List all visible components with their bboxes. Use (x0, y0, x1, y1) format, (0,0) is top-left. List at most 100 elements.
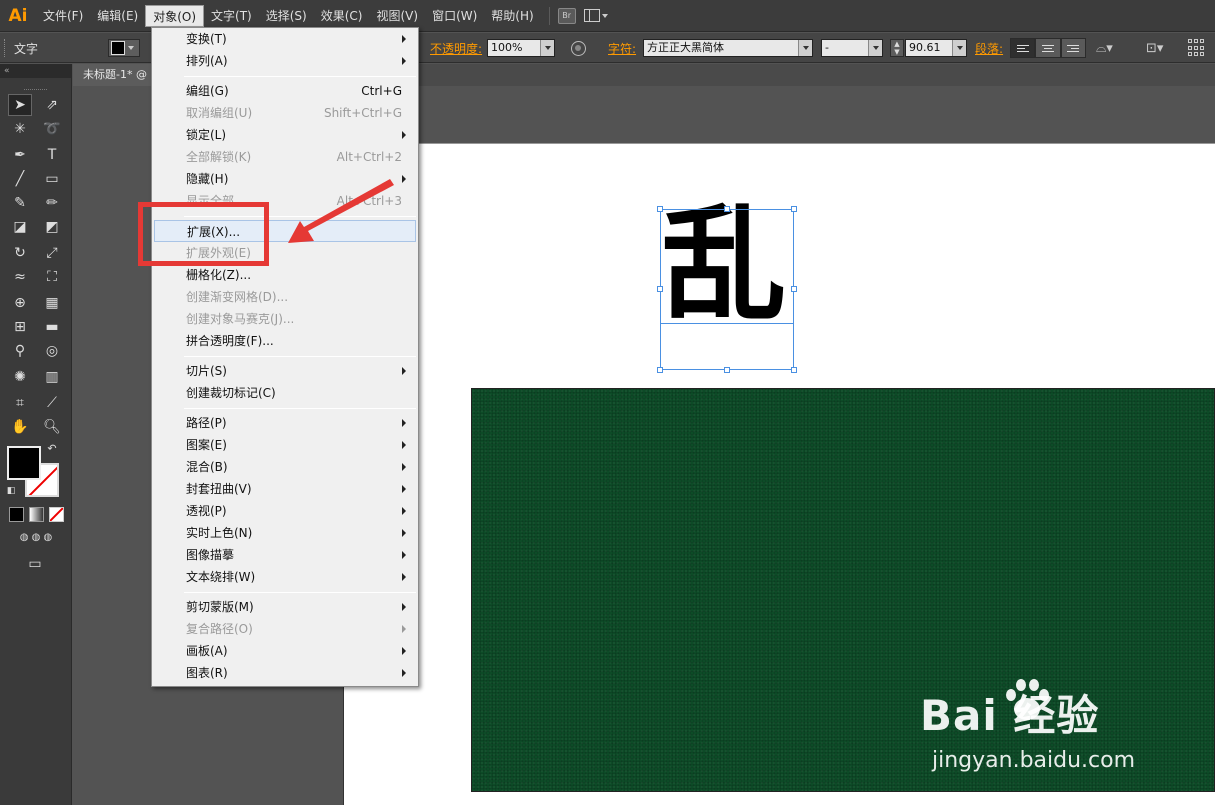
resize-handle[interactable] (657, 206, 663, 212)
chevron-down-icon[interactable] (952, 40, 966, 56)
menu-item-envelope-distort[interactable]: 封套扭曲(V) (154, 478, 416, 500)
font-size-stepper[interactable]: ▲ ▼ (890, 39, 904, 57)
resize-handle[interactable] (791, 367, 797, 373)
menu-item-blend[interactable]: 混合(B) (154, 456, 416, 478)
menu-item-text-wrap[interactable]: 文本绕排(W) (154, 566, 416, 588)
blend-tool-icon[interactable]: ◎ (40, 340, 64, 362)
menu-item-clipping-mask[interactable]: 剪切蒙版(M) (154, 596, 416, 618)
magic-wand-tool-icon[interactable]: ✳ (8, 118, 32, 140)
width-tool-icon[interactable]: ≈ (8, 266, 32, 288)
document-tab[interactable]: 未标题-1* @ (73, 64, 153, 86)
mesh-tool-icon[interactable]: ⊞ (8, 316, 32, 338)
align-right-button[interactable] (1060, 38, 1086, 58)
lasso-tool-icon[interactable]: ➰ (40, 118, 64, 140)
tools-collapse-icon[interactable]: « (0, 64, 71, 78)
align-panel-icon[interactable] (1188, 39, 1206, 57)
swap-colors-icon[interactable]: ↶ (44, 440, 60, 456)
menu-window[interactable]: 窗口(W) (425, 5, 484, 27)
font-size-field[interactable]: 90.61 (905, 39, 967, 57)
menu-item-perspective[interactable]: 透视(P) (154, 500, 416, 522)
menu-item-create-gradient-mesh[interactable]: 创建渐变网格(D)... (154, 286, 416, 308)
bridge-button[interactable]: Br (557, 7, 576, 24)
menu-type[interactable]: 文字(T) (204, 5, 259, 27)
opacity-label[interactable]: 不透明度: (430, 40, 482, 57)
panel-grip[interactable] (24, 80, 47, 90)
menu-item-slice[interactable]: 切片(S) (154, 360, 416, 382)
menu-item-pattern[interactable]: 图案(E) (154, 434, 416, 456)
resize-handle[interactable] (724, 367, 730, 373)
chevron-down-icon[interactable] (868, 40, 882, 56)
opacity-field[interactable]: 100% (487, 39, 555, 57)
warp-icon[interactable]: ⌓▾ (1096, 41, 1113, 56)
chevron-down-icon[interactable] (540, 40, 554, 56)
panel-grip[interactable] (4, 39, 7, 57)
blob-brush-tool-icon[interactable]: ◪ (8, 216, 32, 238)
menu-item-create-trim-marks[interactable]: 创建裁切标记(C) (154, 382, 416, 404)
menu-item-unlock-all[interactable]: 全部解锁(K) Alt+Ctrl+2 (154, 146, 416, 168)
paragraph-label[interactable]: 段落: (975, 40, 1003, 57)
chevron-down-icon[interactable] (798, 40, 812, 56)
shape-builder-tool-icon[interactable]: ⊕ (8, 292, 32, 314)
pencil-tool-icon[interactable]: ✏ (40, 192, 64, 214)
rectangle-tool-icon[interactable]: ▭ (40, 168, 64, 190)
menu-item-rasterize[interactable]: 栅格化(Z)... (154, 264, 416, 286)
menu-item-compound-path[interactable]: 复合路径(O) (154, 618, 416, 640)
menu-item-graph[interactable]: 图表(R) (154, 662, 416, 684)
paintbrush-tool-icon[interactable]: ✎ (8, 192, 32, 214)
color-mode-icon[interactable] (9, 507, 24, 522)
menu-item-transform[interactable]: 变换(T) (154, 28, 416, 50)
green-board-image[interactable] (471, 388, 1215, 792)
direct-selection-tool-icon[interactable]: ⇗ (40, 94, 64, 116)
gradient-mode-icon[interactable] (29, 507, 44, 522)
menu-item-path[interactable]: 路径(P) (154, 412, 416, 434)
fill-color-picker[interactable] (108, 39, 140, 57)
workspace-switcher[interactable] (583, 9, 608, 22)
menu-item-flatten-transparency[interactable]: 拼合透明度(F)... (154, 330, 416, 352)
resize-handle[interactable] (657, 367, 663, 373)
screen-mode-icon[interactable]: ▭ (22, 554, 48, 574)
menu-select[interactable]: 选择(S) (259, 5, 314, 27)
menu-item-image-trace[interactable]: 图像描摹 (154, 544, 416, 566)
type-tool-icon[interactable]: T (40, 144, 64, 166)
eraser-tool-icon[interactable]: ◩ (40, 216, 64, 238)
menu-item-create-object-mosaic[interactable]: 创建对象马赛克(J)... (154, 308, 416, 330)
menu-item-lock[interactable]: 锁定(L) (154, 124, 416, 146)
resize-handle[interactable] (724, 206, 730, 212)
menu-item-group[interactable]: 编组(G) Ctrl+G (154, 80, 416, 102)
menu-help[interactable]: 帮助(H) (484, 5, 540, 27)
line-tool-icon[interactable]: ╱ (8, 168, 32, 190)
resize-handle[interactable] (657, 286, 663, 292)
menu-item-live-paint[interactable]: 实时上色(N) (154, 522, 416, 544)
menu-object[interactable]: 对象(O) (145, 4, 205, 27)
selected-text-object[interactable]: 乱 (657, 194, 797, 373)
draw-mode-icons[interactable]: ◍ ◍ ◍ (6, 528, 66, 546)
character-label[interactable]: 字符: (608, 40, 636, 57)
font-family-select[interactable]: 方正正大黑简体 (643, 39, 813, 57)
menu-file[interactable]: 文件(F) (36, 5, 90, 27)
resize-handle[interactable] (791, 286, 797, 292)
align-left-button[interactable] (1010, 38, 1036, 58)
font-style-select[interactable]: - (821, 39, 883, 57)
recolor-icon[interactable] (571, 41, 586, 56)
default-colors-icon[interactable]: ◧ (4, 484, 18, 498)
align-center-button[interactable] (1035, 38, 1061, 58)
transform-icon[interactable]: ⊡▾ (1146, 41, 1163, 56)
scale-tool-icon[interactable]: ⤢ (40, 242, 64, 264)
menu-item-ungroup[interactable]: 取消编组(U) Shift+Ctrl+G (154, 102, 416, 124)
selection-tool-icon[interactable]: ➤ (8, 94, 32, 116)
rotate-tool-icon[interactable]: ↻ (8, 242, 32, 264)
menu-item-arrange[interactable]: 排列(A) (154, 50, 416, 72)
fill-color-swatch[interactable] (7, 446, 41, 480)
menu-view[interactable]: 视图(V) (369, 5, 425, 27)
gradient-tool-icon[interactable]: ▬ (40, 316, 64, 338)
free-transform-tool-icon[interactable]: ⛶ (40, 266, 64, 288)
eyedropper-tool-icon[interactable]: ⚲ (8, 340, 32, 362)
menu-effect[interactable]: 效果(C) (314, 5, 370, 27)
pen-tool-icon[interactable]: ✒ (8, 144, 32, 166)
none-mode-icon[interactable] (49, 507, 64, 522)
menu-item-label: 锁定(L) (186, 128, 227, 142)
menu-edit[interactable]: 编辑(E) (90, 5, 145, 27)
perspective-grid-tool-icon[interactable]: ▦ (40, 292, 64, 314)
resize-handle[interactable] (791, 206, 797, 212)
menu-item-artboards[interactable]: 画板(A) (154, 640, 416, 662)
